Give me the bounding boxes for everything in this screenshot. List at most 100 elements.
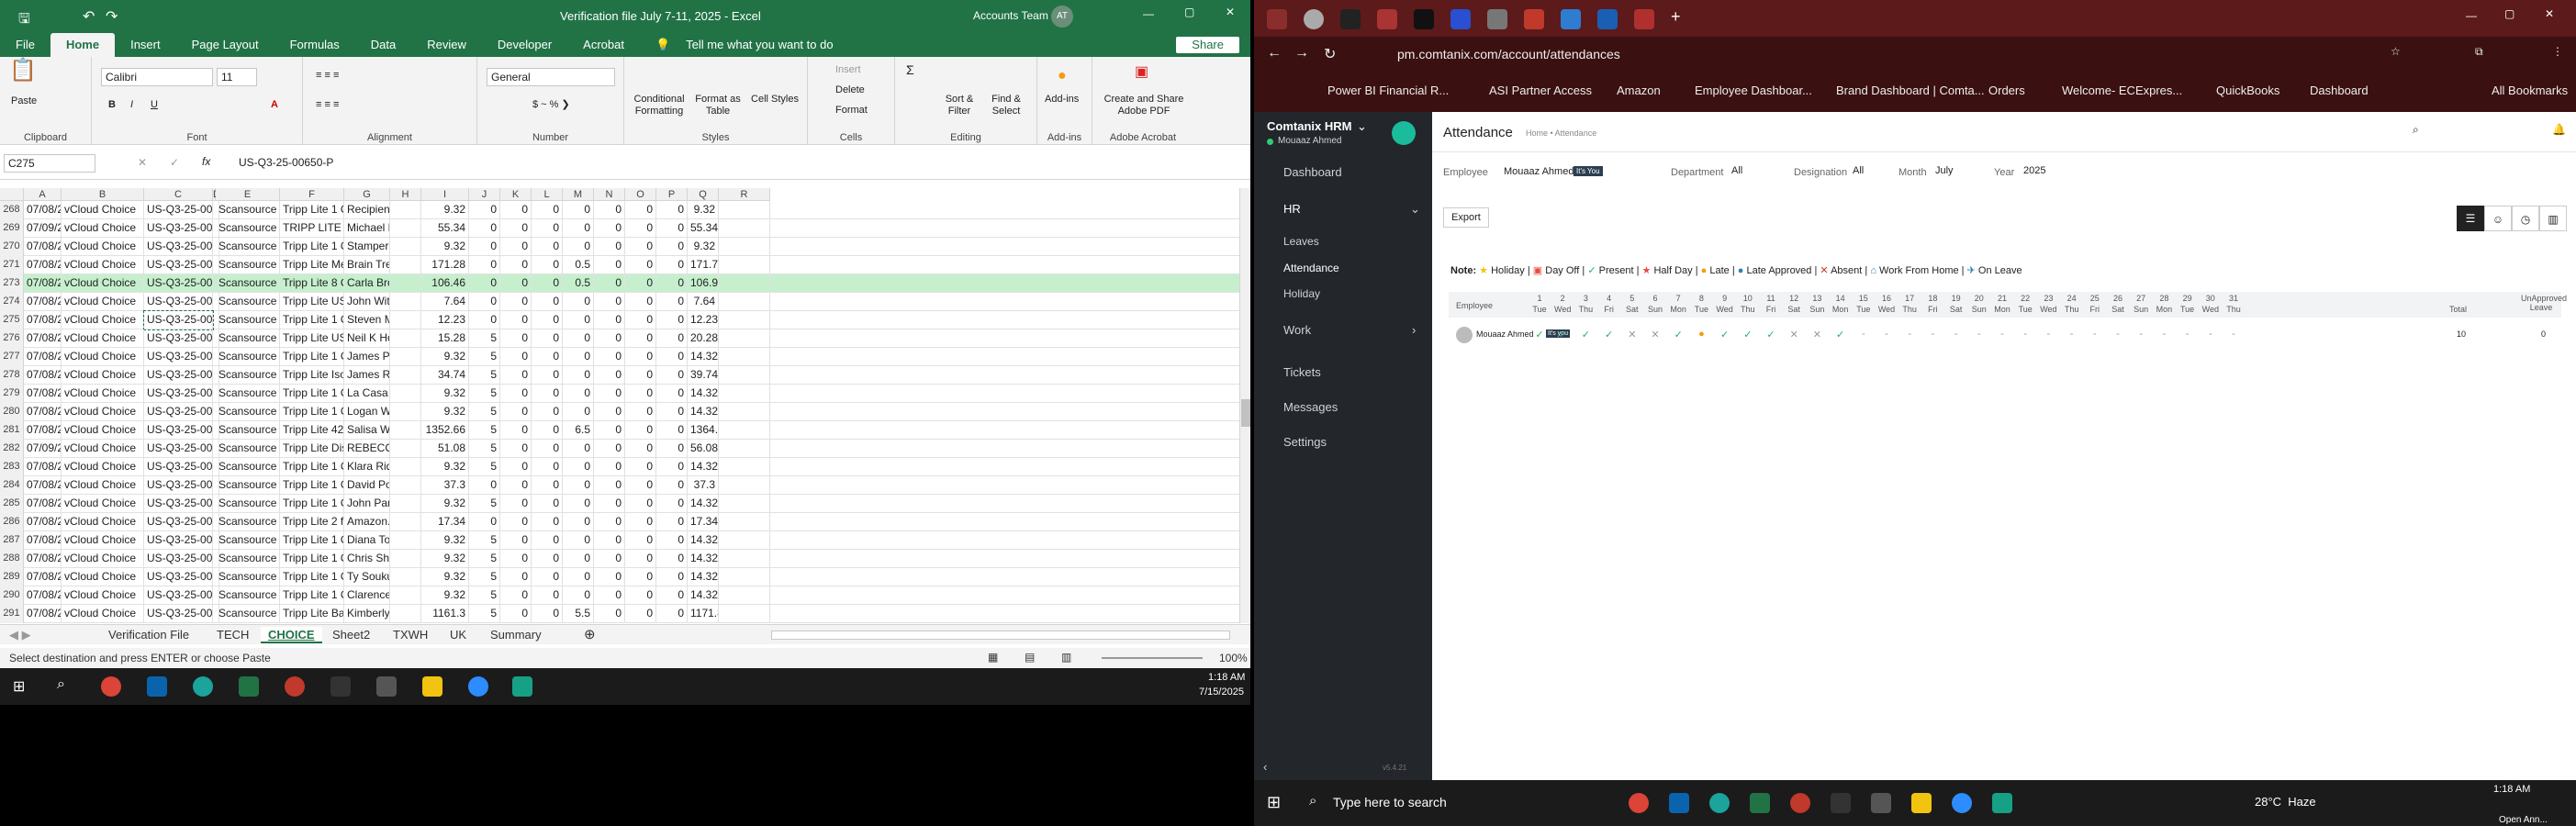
tab-page-layout[interactable]: Page Layout bbox=[176, 33, 274, 57]
cell[interactable]: 0 bbox=[563, 403, 594, 421]
tab-icon[interactable] bbox=[1634, 9, 1654, 29]
cell[interactable]: Chris Shel bbox=[344, 550, 390, 568]
tab-file[interactable]: File bbox=[0, 33, 50, 57]
cell[interactable]: 07/08/2025 bbox=[24, 256, 62, 274]
cell[interactable]: 0 bbox=[594, 550, 625, 568]
row-header[interactable]: 269 bbox=[0, 219, 24, 238]
cell[interactable]: 20.28 bbox=[688, 329, 719, 348]
cell[interactable]: 0 bbox=[594, 513, 625, 531]
cell[interactable]: 07/08/2025 bbox=[24, 238, 62, 256]
windows-start-icon[interactable]: ⊞ bbox=[1267, 793, 1281, 812]
table-row[interactable]: 28807/08/2025vCloud ChoiceUS-Q3-25-00663… bbox=[0, 550, 1239, 568]
cell[interactable]: 0 bbox=[500, 476, 532, 495]
cell[interactable]: 0 bbox=[656, 568, 688, 586]
cell[interactable]: vCloud Choice bbox=[62, 403, 144, 421]
cell[interactable]: 07/08/2025 bbox=[24, 495, 62, 513]
menu-icon[interactable]: ⋮ bbox=[2552, 45, 2563, 58]
cell[interactable]: US-Q3-25-00665-P bbox=[144, 586, 213, 605]
bookmark[interactable]: Brand Dashboard | Comta... bbox=[1836, 84, 1985, 97]
cell[interactable]: 0 bbox=[532, 531, 563, 550]
cell[interactable] bbox=[719, 605, 770, 623]
present-icon[interactable]: ✓ bbox=[1738, 329, 1758, 340]
cell[interactable]: 0 bbox=[563, 311, 594, 329]
cell[interactable]: 0 bbox=[594, 440, 625, 458]
bookmark[interactable]: ASI Partner Access bbox=[1489, 84, 1592, 97]
bookmark[interactable]: Power BI Financial R... bbox=[1327, 84, 1449, 97]
font-color-icon[interactable]: A bbox=[271, 99, 278, 111]
row-header[interactable]: 271 bbox=[0, 256, 24, 274]
cell[interactable]: Scansource Choice bbox=[216, 421, 280, 440]
cell[interactable]: Scansource Choice bbox=[216, 495, 280, 513]
cell[interactable]: 07/08/2025 bbox=[24, 568, 62, 586]
cell[interactable]: 0 bbox=[532, 385, 563, 403]
table-row[interactable]: 27807/08/2025vCloud ChoiceUS-Q3-25-00653… bbox=[0, 366, 1239, 385]
cell[interactable]: 9.32 bbox=[421, 531, 469, 550]
cell[interactable]: 0 bbox=[594, 531, 625, 550]
cell[interactable]: Logan Wil bbox=[344, 403, 390, 421]
cell[interactable]: 0 bbox=[563, 458, 594, 476]
cell[interactable]: 0 bbox=[500, 366, 532, 385]
cell[interactable]: 7.64 bbox=[688, 293, 719, 311]
cell[interactable]: Tripp Lite 1 Outlet P bbox=[280, 531, 344, 550]
cell[interactable]: Tripp Lite DisplayPo bbox=[280, 440, 344, 458]
cell[interactable]: 0 bbox=[625, 440, 656, 458]
cell[interactable]: 0 bbox=[500, 348, 532, 366]
cell[interactable]: James R. N bbox=[344, 366, 390, 385]
windows-start-icon[interactable]: ⊞ bbox=[13, 677, 25, 696]
nav-messages[interactable]: Messages bbox=[1283, 400, 1338, 414]
cell[interactable] bbox=[719, 348, 770, 366]
cell[interactable]: Carla Brow bbox=[344, 274, 390, 293]
tab-insert[interactable]: Insert bbox=[115, 33, 176, 57]
cell[interactable]: US-Q3-25-00659-P bbox=[144, 495, 213, 513]
zoom-icon[interactable] bbox=[1952, 793, 1972, 813]
zoom-slider[interactable] bbox=[1102, 657, 1203, 659]
cell[interactable]: 0 bbox=[625, 403, 656, 421]
table-row[interactable]: 28107/08/2025vCloud ChoiceUS-Q3-25-00656… bbox=[0, 421, 1239, 440]
chrome-icon[interactable] bbox=[1790, 793, 1810, 813]
cell[interactable]: REBECCA T bbox=[344, 440, 390, 458]
notification-icon[interactable]: 🔔 bbox=[2552, 123, 2566, 136]
column-header[interactable]: B bbox=[62, 188, 144, 201]
empty-mark[interactable]: - bbox=[1992, 329, 2012, 340]
cell[interactable]: 07/08/2025 bbox=[24, 550, 62, 568]
cell[interactable]: US-Q3-25-00644-P bbox=[144, 201, 213, 219]
delete-button[interactable]: Delete bbox=[835, 84, 865, 96]
cell[interactable]: 17.34 bbox=[421, 513, 469, 531]
zoom-level[interactable]: 100% bbox=[1219, 652, 1248, 664]
column-header[interactable]: O bbox=[625, 188, 656, 201]
cell[interactable]: vCloud Choice bbox=[62, 476, 144, 495]
paste-icon[interactable]: 📋 bbox=[9, 60, 37, 82]
cell[interactable]: 9.32 bbox=[421, 238, 469, 256]
cell[interactable] bbox=[390, 293, 421, 311]
cell[interactable]: US-Q3-25-00664-P bbox=[144, 568, 213, 586]
employee-select[interactable]: Mouaaz Ahmed bbox=[1504, 166, 1574, 177]
zoom-icon[interactable] bbox=[468, 676, 488, 697]
sheet-tab[interactable]: Summary bbox=[490, 627, 542, 643]
column-header[interactable]: I bbox=[421, 188, 469, 201]
cell[interactable]: 9.32 bbox=[421, 348, 469, 366]
format-button[interactable]: Format bbox=[835, 105, 868, 117]
cell[interactable]: vCloud Choice bbox=[62, 605, 144, 623]
cell[interactable]: 0 bbox=[500, 219, 532, 238]
app-icon[interactable] bbox=[1831, 793, 1851, 813]
present-icon[interactable]: ✓ bbox=[1552, 329, 1573, 340]
cell[interactable]: Scansource Choice bbox=[216, 568, 280, 586]
cell[interactable]: 07/08/2025 bbox=[24, 348, 62, 366]
undo-icon[interactable]: ↶ bbox=[83, 7, 95, 26]
cell[interactable]: John Witt bbox=[344, 293, 390, 311]
cell[interactable]: Scansource Choice bbox=[216, 476, 280, 495]
cell[interactable]: vCloud Choice bbox=[62, 440, 144, 458]
dayoff-icon[interactable]: ✕ bbox=[1807, 329, 1827, 340]
column-header[interactable]: A bbox=[24, 188, 62, 201]
cell[interactable]: vCloud Choice bbox=[62, 311, 144, 329]
tab-icon[interactable] bbox=[1414, 9, 1434, 29]
table-row[interactable]: 26907/09/2025vCloud ChoiceUS-Q3-25-00645… bbox=[0, 219, 1239, 238]
cell[interactable]: 0 bbox=[532, 256, 563, 274]
cell[interactable] bbox=[390, 495, 421, 513]
row-header[interactable]: 291 bbox=[0, 605, 24, 623]
reload-icon[interactable]: ↻ bbox=[1324, 45, 1336, 63]
nav-settings[interactable]: Settings bbox=[1283, 435, 1327, 449]
empty-mark[interactable]: - bbox=[2201, 329, 2221, 340]
cell[interactable]: 0 bbox=[532, 403, 563, 421]
cell[interactable]: Tripp Lite 1 Outlet P bbox=[280, 495, 344, 513]
